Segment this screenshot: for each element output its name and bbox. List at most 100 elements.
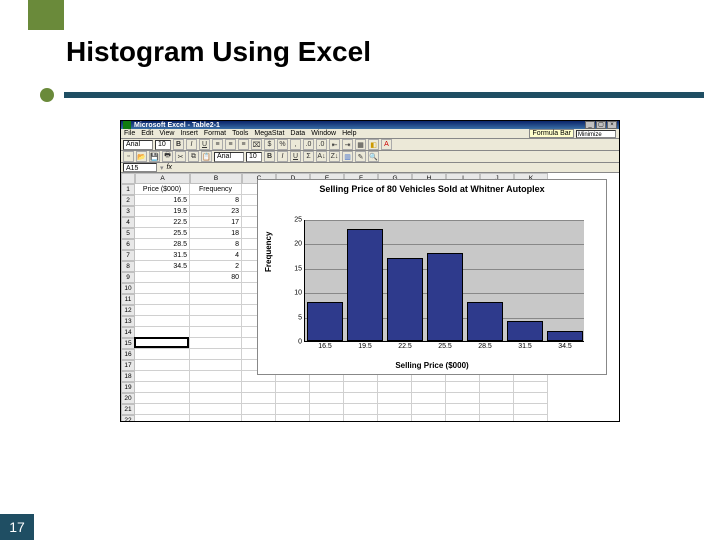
- row-header[interactable]: 9: [121, 272, 135, 283]
- cell[interactable]: [378, 415, 412, 422]
- cell[interactable]: 19.5: [135, 206, 190, 217]
- cell[interactable]: [446, 393, 480, 404]
- cell[interactable]: [135, 294, 190, 305]
- decrease-indent-button[interactable]: ⇤: [329, 139, 340, 150]
- cell[interactable]: [446, 415, 480, 422]
- cell[interactable]: 16.5: [135, 195, 190, 206]
- cell[interactable]: [310, 393, 344, 404]
- cell[interactable]: [190, 360, 242, 371]
- row-header[interactable]: 19: [121, 382, 135, 393]
- cell[interactable]: [310, 415, 344, 422]
- cell[interactable]: [446, 404, 480, 415]
- underline-button-2[interactable]: U: [290, 151, 301, 162]
- cell[interactable]: [242, 415, 276, 422]
- menu-tools[interactable]: Tools: [232, 130, 248, 137]
- cell[interactable]: [190, 371, 242, 382]
- row-header[interactable]: 4: [121, 217, 135, 228]
- cell[interactable]: 80: [190, 272, 242, 283]
- font-name-box[interactable]: Arial: [123, 140, 153, 150]
- cell[interactable]: [135, 272, 190, 283]
- cell[interactable]: 4: [190, 250, 242, 261]
- font-name-box-2[interactable]: Arial: [214, 152, 244, 162]
- cell[interactable]: [190, 316, 242, 327]
- column-header[interactable]: A: [135, 173, 190, 184]
- autosum-button[interactable]: Σ: [303, 151, 314, 162]
- row-header[interactable]: 14: [121, 327, 135, 338]
- cell[interactable]: [344, 382, 378, 393]
- open-button[interactable]: 📂: [136, 151, 147, 162]
- cell[interactable]: [378, 404, 412, 415]
- italic-button-2[interactable]: I: [277, 151, 288, 162]
- menu-view[interactable]: View: [159, 130, 174, 137]
- cell[interactable]: [135, 349, 190, 360]
- row-header[interactable]: 12: [121, 305, 135, 316]
- cell[interactable]: [344, 404, 378, 415]
- cell[interactable]: 2: [190, 261, 242, 272]
- underline-button[interactable]: U: [199, 139, 210, 150]
- bold-button[interactable]: B: [173, 139, 184, 150]
- cell[interactable]: [190, 294, 242, 305]
- font-size-box-2[interactable]: 10: [246, 152, 262, 162]
- embedded-chart[interactable]: Selling Price of 80 Vehicles Sold at Whi…: [257, 179, 607, 375]
- row-header[interactable]: 20: [121, 393, 135, 404]
- bold-button-2[interactable]: B: [264, 151, 275, 162]
- cell[interactable]: 34.5: [135, 261, 190, 272]
- font-color-button[interactable]: A: [381, 139, 392, 150]
- formula-bar[interactable]: A15 ▾ fx: [121, 163, 619, 173]
- cell[interactable]: 17: [190, 217, 242, 228]
- spreadsheet-grid[interactable]: 12345678910111213141516171819202122 ABCD…: [121, 173, 619, 422]
- menu-insert[interactable]: Insert: [180, 130, 198, 137]
- paste-button[interactable]: 📋: [201, 151, 212, 162]
- cell[interactable]: [276, 415, 310, 422]
- cell[interactable]: [378, 382, 412, 393]
- cell[interactable]: [135, 371, 190, 382]
- row-header[interactable]: 21: [121, 404, 135, 415]
- row-header[interactable]: 8: [121, 261, 135, 272]
- cell[interactable]: 8: [190, 239, 242, 250]
- cancel-icon[interactable]: ▾: [160, 164, 164, 172]
- align-left-button[interactable]: ≡: [212, 139, 223, 150]
- save-button[interactable]: 💾: [149, 151, 160, 162]
- chart-wizard-button[interactable]: ▥: [342, 151, 353, 162]
- row-header[interactable]: 18: [121, 371, 135, 382]
- cell[interactable]: 23: [190, 206, 242, 217]
- row-header[interactable]: 2: [121, 195, 135, 206]
- cell[interactable]: 22.5: [135, 217, 190, 228]
- cell[interactable]: [446, 382, 480, 393]
- align-right-button[interactable]: ≡: [238, 139, 249, 150]
- cell[interactable]: [135, 283, 190, 294]
- sort-desc-button[interactable]: Z↓: [329, 151, 340, 162]
- cell[interactable]: [190, 305, 242, 316]
- cell[interactable]: [190, 349, 242, 360]
- cell[interactable]: [190, 338, 242, 349]
- row-header[interactable]: 17: [121, 360, 135, 371]
- align-center-button[interactable]: ≡: [225, 139, 236, 150]
- cell[interactable]: [135, 360, 190, 371]
- cell[interactable]: [135, 305, 190, 316]
- currency-button[interactable]: $: [264, 139, 275, 150]
- sort-asc-button[interactable]: A↓: [316, 151, 327, 162]
- cell[interactable]: Price ($000): [135, 184, 190, 195]
- standard-toolbar[interactable]: ▫ 📂 💾 🖶 ✂ ⧉ 📋 Arial 10 B I U Σ A↓ Z↓ ▥ ✎…: [121, 151, 619, 163]
- cell[interactable]: [242, 393, 276, 404]
- select-all-corner[interactable]: [121, 173, 135, 184]
- cell[interactable]: [412, 382, 446, 393]
- fill-color-button[interactable]: ◧: [368, 139, 379, 150]
- cell[interactable]: [190, 415, 242, 422]
- menu-format[interactable]: Format: [204, 130, 226, 137]
- cell[interactable]: [344, 415, 378, 422]
- cell[interactable]: [412, 393, 446, 404]
- cell[interactable]: [135, 316, 190, 327]
- cell[interactable]: [135, 338, 190, 349]
- cell[interactable]: 28.5: [135, 239, 190, 250]
- print-button[interactable]: 🖶: [162, 151, 173, 162]
- cell[interactable]: [276, 404, 310, 415]
- cell[interactable]: [276, 382, 310, 393]
- cell[interactable]: [412, 404, 446, 415]
- increase-indent-button[interactable]: ⇥: [342, 139, 353, 150]
- row-header[interactable]: 6: [121, 239, 135, 250]
- cell[interactable]: [514, 404, 548, 415]
- row-header[interactable]: 16: [121, 349, 135, 360]
- cell[interactable]: [514, 382, 548, 393]
- cell[interactable]: [242, 404, 276, 415]
